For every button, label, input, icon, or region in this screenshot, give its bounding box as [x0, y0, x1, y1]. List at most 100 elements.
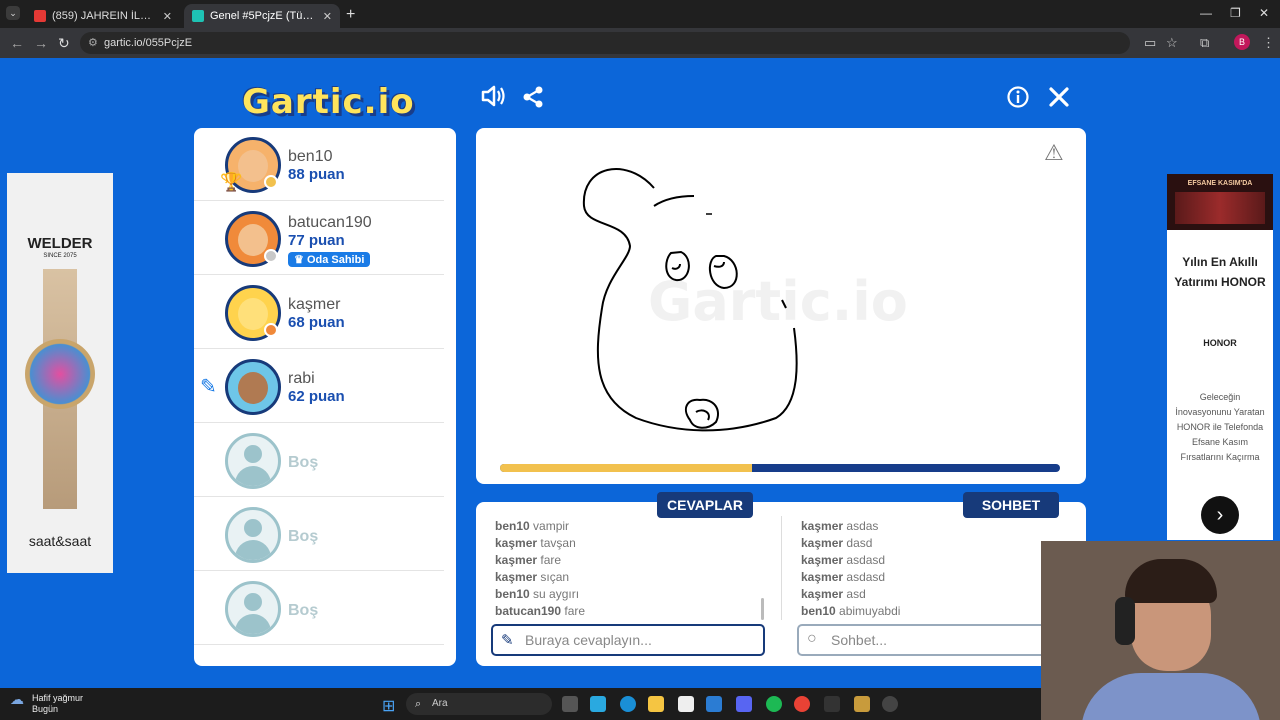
close-window-icon[interactable]: ✕ — [1259, 6, 1269, 20]
mail-icon[interactable] — [706, 696, 722, 712]
player-row[interactable]: 🏆 ben10 88 puan — [194, 128, 444, 201]
timer-progress-fill — [500, 464, 752, 472]
copilot-icon[interactable] — [590, 696, 606, 712]
drawing-canvas[interactable]: ⚠ Gartic.io — [476, 128, 1086, 484]
answers-list: ben10 vampir kaşmer tavşan kaşmer fare k… — [495, 518, 585, 620]
chat-divider — [781, 516, 782, 620]
weather-widget[interactable]: ☁ Hafif yağmur Bugün — [10, 691, 84, 715]
file-explorer-icon[interactable] — [648, 696, 664, 712]
list-item: kaşmer tavşan — [495, 536, 576, 550]
weather-sub: Bugün — [32, 704, 59, 714]
ad-next-arrow-icon[interactable]: › — [1201, 496, 1239, 534]
left-ad-banner[interactable]: WELDER SINCE 2075 saat&saat — [7, 173, 113, 573]
task-view-icon[interactable] — [562, 696, 578, 712]
edge-icon[interactable] — [620, 696, 636, 712]
empty-slot: Boş — [194, 572, 444, 645]
sound-icon[interactable] — [480, 84, 506, 115]
windows-start-icon[interactable]: ⊞ — [382, 696, 395, 716]
list-item: ben10 vampir — [495, 519, 570, 533]
list-item: kaşmer asdas — [801, 519, 879, 533]
ad-body: Geleceğin İnovasyonunu Yaratan HONOR ile… — [1175, 392, 1265, 462]
trophy-icon: 🏆 — [220, 172, 243, 192]
owner-badge-label: Oda Sahibi — [306, 254, 365, 266]
info-icon[interactable] — [1007, 86, 1029, 115]
forward-icon[interactable]: → — [34, 35, 48, 51]
list-item: kaşmer fare — [495, 553, 562, 567]
right-ad-banner[interactable]: EFSANE KASIM'DA Yılın En Akıllı Yatırımı… — [1167, 174, 1273, 540]
empty-slot-label: Boş — [288, 528, 319, 545]
empty-avatar-icon — [225, 581, 281, 637]
url-text: gartic.io/055PcjzE — [104, 37, 193, 49]
back-icon[interactable]: ← — [10, 35, 24, 51]
store-icon[interactable] — [678, 696, 694, 712]
extensions-icon[interactable]: ⧉ — [1200, 35, 1209, 51]
ad-brand: WELDER — [27, 235, 93, 252]
close-tab-icon[interactable]: ✕ — [323, 10, 332, 23]
avatar — [225, 359, 281, 415]
league-icon[interactable] — [854, 696, 870, 712]
ad-header-image: EFSANE KASIM'DA — [1167, 174, 1273, 230]
answer-input[interactable]: ✎ Buraya cevaplayın... — [491, 624, 765, 656]
list-item: kaşmer sıçan — [495, 570, 570, 584]
chat-list: kaşmer asdas kaşmer dasd kaşmer asdasd k… — [801, 518, 900, 620]
status-dot — [264, 249, 278, 263]
list-item: kaşmer asdasd — [801, 570, 886, 584]
discord-icon[interactable] — [736, 696, 752, 712]
status-dot — [264, 175, 278, 189]
answers-header: CEVAPLAR — [657, 492, 753, 518]
list-item: kaşmer dasd — [801, 536, 873, 550]
spotify-icon[interactable] — [766, 696, 782, 712]
empty-avatar-icon — [225, 433, 281, 489]
list-item: kaşmer asd — [801, 587, 866, 601]
profile-avatar[interactable]: B — [1234, 34, 1250, 50]
reload-icon[interactable]: ↻ — [58, 35, 70, 52]
chat-bubble-icon: ○ — [807, 630, 817, 647]
ad-headline: Yılın En Akıllı Yatırımı HONOR — [1174, 255, 1266, 289]
chrome-icon[interactable] — [794, 696, 810, 712]
gartic-logo: Gartic.io — [242, 82, 415, 122]
cast-icon[interactable]: ▭ — [1144, 35, 1156, 51]
chat-panel: CEVAPLAR SOHBET ben10 vampir kaşmer tavş… — [476, 492, 1086, 666]
webcam-overlay — [1041, 541, 1280, 720]
empty-slot-label: Boş — [288, 454, 319, 471]
minimize-icon[interactable]: — — [1200, 6, 1212, 20]
search-label: Ara — [432, 698, 448, 709]
player-row[interactable]: kaşmer 68 puan — [194, 276, 444, 349]
new-tab-button[interactable]: + — [346, 6, 355, 24]
watch-image — [25, 269, 95, 509]
empty-slot: Boş — [194, 424, 444, 497]
tab-list-button[interactable]: ⌄ — [6, 6, 20, 20]
browser-tab-youtube[interactable]: (859) JAHREIN İLE ANTALYA YE... ✕ — [26, 4, 180, 28]
rain-cloud-icon: ☁ — [10, 691, 24, 707]
address-bar[interactable]: ⚙ gartic.io/055PcjzE — [80, 32, 1130, 54]
status-dot — [264, 323, 278, 337]
chat-placeholder: Sohbet... — [831, 632, 888, 648]
taskbar: ☁ Hafif yağmur Bugün ⊞ ⌕ Ara — [0, 688, 1041, 720]
browser-toolbar: ← → ↻ ⚙ gartic.io/055PcjzE ▭ ☆ ⧉ ⋮ — [0, 28, 1280, 58]
browser-tab-gartic[interactable]: Genel #5PcjzE (Türkçe) - Gartic... ✕ — [184, 4, 340, 28]
player-name: kaşmer — [288, 296, 341, 313]
obs-icon[interactable] — [882, 696, 898, 712]
bookmark-star-icon[interactable]: ☆ — [1166, 35, 1178, 51]
player-row[interactable]: batucan190 77 puan ♛ Oda Sahibi — [194, 202, 444, 275]
restore-icon[interactable]: ❐ — [1230, 6, 1241, 20]
player-name: rabi — [288, 370, 315, 387]
site-info-icon[interactable]: ⚙ — [88, 32, 98, 54]
answers-scrollbar[interactable] — [761, 598, 764, 620]
steam-icon[interactable] — [824, 696, 840, 712]
close-game-icon[interactable] — [1048, 86, 1070, 115]
ad-store: saat&saat — [28, 533, 92, 549]
player-row[interactable]: ✎ rabi 62 puan — [194, 350, 444, 423]
browser-tab-bar: ⌄ (859) JAHREIN İLE ANTALYA YE... ✕ Gene… — [0, 0, 1280, 28]
player-score: 68 puan — [288, 314, 345, 331]
close-tab-icon[interactable]: ✕ — [163, 10, 172, 23]
weather-title: Hafif yağmur — [32, 693, 84, 703]
youtube-icon — [34, 10, 46, 22]
drawing-strokes: Gartic.io — [582, 168, 908, 432]
taskbar-search[interactable]: ⌕ Ara — [406, 693, 552, 715]
chat-input[interactable]: ○ Sohbet... — [797, 624, 1047, 656]
share-icon[interactable] — [522, 86, 544, 115]
player-score: 77 puan — [288, 232, 345, 249]
list-item: ben10 su aygırı — [495, 587, 580, 601]
menu-icon[interactable]: ⋮ — [1262, 35, 1275, 51]
